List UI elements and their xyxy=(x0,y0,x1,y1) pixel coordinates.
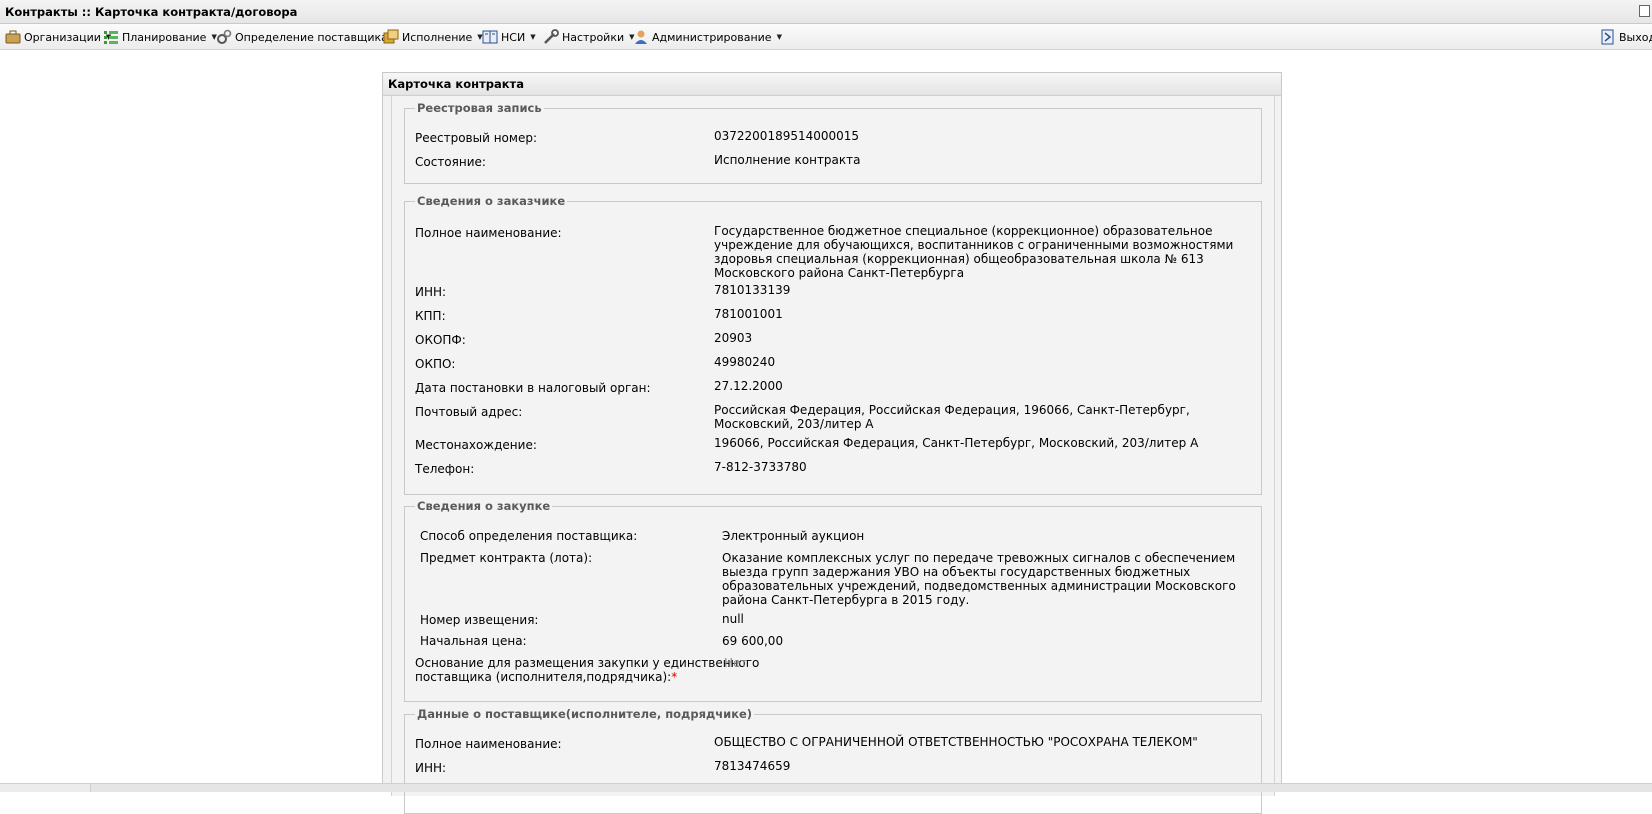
customer-inn-value: 7810133139 xyxy=(714,283,791,297)
supplier-name-label: Полное наименование: xyxy=(415,737,562,751)
exit-label: Выход xyxy=(1619,30,1652,44)
execution-icon xyxy=(383,29,399,44)
gears-icon xyxy=(217,29,232,44)
menu-settings-label: Настройки xyxy=(562,30,625,44)
window-title: Контракты :: Карточка контракта/договора xyxy=(5,5,298,19)
notice-number-value: null xyxy=(722,612,744,626)
purchase-legend: Сведения о закупке xyxy=(415,499,553,513)
customer-tax-date-label: Дата постановки в налоговый орган: xyxy=(415,381,651,395)
customer-okopf-value: 20903 xyxy=(714,331,753,345)
panel-body[interactable]: Реестровая запись Реестровый номер: 0372… xyxy=(391,96,1275,814)
customer-okpo-label: ОКПО: xyxy=(415,357,456,371)
customer-inn-label: ИНН: xyxy=(415,285,447,299)
sole-supplier-basis-label: Основание для размещения закупки у единс… xyxy=(415,656,759,684)
contract-subject-label: Предмет контракта (лота): xyxy=(420,551,593,565)
window-titlebar: Контракты :: Карточка контракта/договора xyxy=(0,0,1652,24)
customer-phone-value: 7-812-3733780 xyxy=(714,460,807,474)
exit-icon xyxy=(1601,29,1614,45)
window-restore-icon[interactable] xyxy=(1639,5,1650,17)
supplier-legend: Данные о поставщике(исполнителе, подрядч… xyxy=(415,707,755,721)
panel-title: Карточка контракта xyxy=(383,73,1281,96)
customer-phone-label: Телефон: xyxy=(415,462,475,476)
customer-kpp-label: КПП: xyxy=(415,309,446,323)
supplier-name-value: ОБЩЕСТВО С ОГРАНИЧЕННОЙ ОТВЕТСТВЕННОСТЬЮ… xyxy=(714,735,1198,749)
supplier-method-label: Способ определения поставщика: xyxy=(420,529,638,543)
customer-name-value: Государственное бюджетное специальное (к… xyxy=(714,224,1234,280)
exit-button[interactable]: Выход xyxy=(1600,28,1652,46)
menu-nsi[interactable]: НСИ ▼ xyxy=(482,28,536,46)
user-icon xyxy=(635,30,647,44)
organizations-icon xyxy=(5,30,21,44)
customer-postal-address-value: Российская Федерация, Российская Федерац… xyxy=(714,403,1190,431)
registry-fieldset: Реестровая запись Реестровый номер: 0372… xyxy=(404,101,1262,184)
wrench-icon xyxy=(544,29,559,44)
menu-organizations-label: Организации xyxy=(24,30,101,44)
menu-execution-label: Исполнение xyxy=(402,30,473,44)
customer-tax-date-value: 27.12.2000 xyxy=(714,379,783,393)
customer-location-value: 196066, Российская Федерация, Санкт-Пете… xyxy=(714,436,1199,450)
sole-supplier-basis-value: Нет xyxy=(724,656,748,670)
status-value: Исполнение контракта xyxy=(714,153,861,167)
notice-number-label: Номер извещения: xyxy=(420,613,539,627)
main-menu: Организации ▼ Планирование ▼ Определение… xyxy=(0,24,1652,50)
initial-price-label: Начальная цена: xyxy=(420,634,527,648)
menu-administration[interactable]: Администрирование ▼ xyxy=(633,28,782,46)
menu-supplier-selection[interactable]: Определение поставщика ▼ xyxy=(216,28,398,46)
menu-organizations[interactable]: Организации ▼ xyxy=(5,28,111,46)
planning-icon xyxy=(104,31,118,44)
status-label: Состояние: xyxy=(415,155,486,169)
customer-okpo-value: 49980240 xyxy=(714,355,776,369)
menu-planning-label: Планирование xyxy=(122,30,207,44)
customer-kpp-value: 781001001 xyxy=(714,307,783,321)
menu-administration-label: Администрирование xyxy=(652,30,772,44)
customer-okopf-label: ОКОПФ: xyxy=(415,333,466,347)
customer-name-label: Полное наименование: xyxy=(415,226,562,240)
chevron-down-icon: ▼ xyxy=(776,33,782,41)
menu-nsi-label: НСИ xyxy=(501,30,526,44)
customer-postal-address-label: Почтовый адрес: xyxy=(415,405,523,419)
required-mark: * xyxy=(671,670,678,684)
initial-price-value: 69 600,00 xyxy=(722,634,784,648)
menu-supplier-selection-label: Определение поставщика xyxy=(235,30,388,44)
purchase-fieldset: Сведения о закупке Способ определения по… xyxy=(404,499,1262,702)
customer-legend: Сведения о заказчике xyxy=(415,194,568,208)
supplier-inn-value: 7813474659 xyxy=(714,759,791,773)
sole-supplier-basis-label-line2: поставщика (исполнителя,подрядчика): xyxy=(415,670,672,684)
menu-planning[interactable]: Планирование ▼ xyxy=(103,28,217,46)
supplier-inn-label: ИНН: xyxy=(415,761,447,775)
customer-fieldset: Сведения о заказчике Полное наименование… xyxy=(404,194,1262,495)
menu-execution[interactable]: Исполнение ▼ xyxy=(383,28,483,46)
contract-card-panel: Карточка контракта Реестровая запись Рее… xyxy=(382,72,1282,814)
chevron-down-icon: ▼ xyxy=(530,33,536,41)
registry-number-value: 0372200189514000015 xyxy=(714,129,860,143)
sole-supplier-basis-label-line1: Основание для размещения закупки у единс… xyxy=(415,656,760,670)
supplier-method-value: Электронный аукцион xyxy=(722,529,865,543)
contract-subject-value: Оказание комплексных услуг по передаче т… xyxy=(722,551,1236,607)
supplier-fieldset: Данные о поставщике(исполнителе, подрядч… xyxy=(404,707,1262,814)
menu-settings[interactable]: Настройки ▼ xyxy=(543,28,635,46)
registry-number-label: Реестровый номер: xyxy=(415,131,537,145)
customer-location-label: Местонахождение: xyxy=(415,438,537,452)
book-icon xyxy=(482,30,498,44)
registry-legend: Реестровая запись xyxy=(415,101,544,115)
